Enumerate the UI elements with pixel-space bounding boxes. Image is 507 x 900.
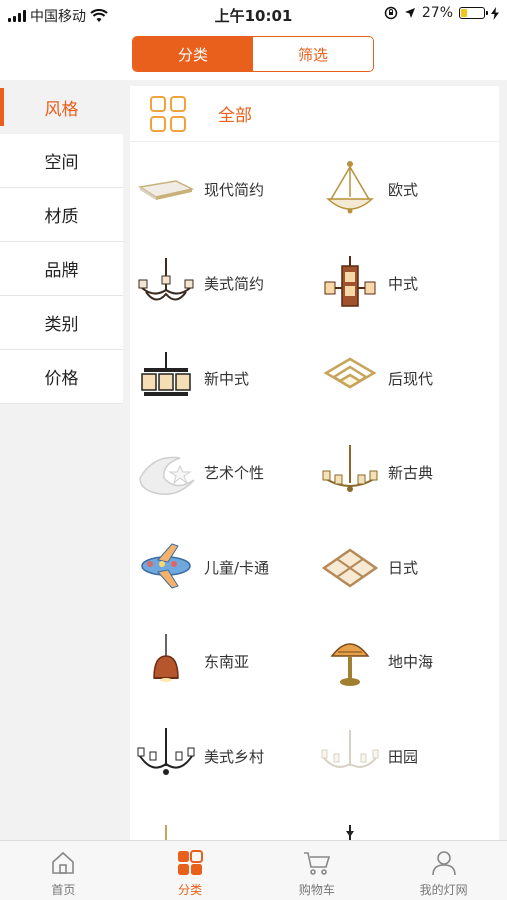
category-item[interactable]: 美式乡村	[130, 709, 314, 804]
rattan-pendant-icon	[136, 632, 196, 692]
category-content: 全部 现代简约 欧式 美式简约 中式 新中式 后现代 艺术个性 新古典 儿童/卡…	[130, 86, 499, 840]
cart-icon	[303, 849, 331, 877]
category-icon	[176, 849, 204, 877]
category-label: 中式	[388, 275, 419, 294]
tab-label: 首页	[51, 883, 76, 897]
tiffany-table-lamp-icon	[320, 632, 380, 692]
tab-label: 分类	[178, 883, 203, 897]
rotation-lock-icon	[384, 6, 398, 20]
country-chandelier-icon	[136, 726, 196, 786]
category-item[interactable]: 中式	[314, 237, 498, 332]
category-item[interactable]: 东南亚	[130, 615, 314, 710]
category-sidebar: 风格 空间 材质 品牌 类别 价格	[0, 80, 123, 840]
category-item[interactable]: 儿童/卡通	[130, 520, 314, 615]
sidebar-item-type[interactable]: 类别	[0, 296, 123, 350]
pendant-bowl-lamp-icon	[320, 159, 380, 219]
all-categories-row[interactable]: 全部	[130, 86, 499, 142]
new-chinese-chandelier-icon	[136, 348, 196, 408]
category-label: 现代简约	[204, 180, 265, 199]
location-icon	[404, 8, 415, 18]
category-label: 田园	[388, 747, 419, 766]
battery-fill	[461, 9, 467, 17]
airplane-lamp-icon	[136, 537, 196, 597]
category-item[interactable]: 新中式	[130, 331, 314, 426]
pendant-lamp-icon	[136, 821, 196, 840]
header: 分类 筛选	[0, 28, 507, 80]
sidebar-item-space[interactable]: 空间	[0, 134, 123, 188]
battery-icon	[459, 7, 488, 19]
category-label: 后现代	[388, 369, 434, 388]
user-icon	[430, 849, 458, 877]
pendant-lamp-icon	[320, 821, 380, 840]
tab-category[interactable]: 分类	[133, 37, 253, 71]
battery-percent: 27%	[421, 5, 453, 21]
bottom-tab-bar: 首页 分类 购物车 我的灯网	[0, 840, 507, 900]
category-item[interactable]	[130, 804, 314, 840]
tab-cart[interactable]: 购物车	[254, 841, 381, 900]
moon-star-lamp-icon	[136, 443, 196, 503]
grid-icon	[150, 95, 186, 132]
white-candle-chandelier-icon	[320, 726, 380, 786]
status-bar: 中国移动 上午10:01 27%	[0, 0, 507, 28]
status-right: 27%	[384, 5, 499, 21]
category-item[interactable]: 新古典	[314, 426, 498, 521]
category-label: 新古典	[388, 464, 434, 483]
category-label: 儿童/卡通	[204, 558, 270, 577]
neoclassical-chandelier-icon	[320, 443, 380, 503]
category-item[interactable]: 地中海	[314, 615, 498, 710]
charging-icon	[491, 6, 499, 20]
tab-filter[interactable]: 筛选	[253, 37, 373, 71]
category-grid: 现代简约 欧式 美式简约 中式 新中式 后现代 艺术个性 新古典 儿童/卡通 日…	[130, 142, 499, 840]
sidebar-item-style[interactable]: 风格	[0, 80, 123, 134]
all-label: 全部	[218, 106, 252, 126]
sidebar-item-material[interactable]: 材质	[0, 188, 123, 242]
chinese-lantern-chandelier-icon	[320, 254, 380, 314]
category-item[interactable]: 艺术个性	[130, 426, 314, 521]
category-label: 欧式	[388, 180, 419, 199]
iron-chandelier-icon	[136, 254, 196, 314]
category-label: 艺术个性	[204, 464, 265, 483]
tab-home[interactable]: 首页	[0, 841, 127, 900]
segmented-control: 分类 筛选	[132, 36, 374, 72]
category-label: 日式	[388, 558, 419, 577]
category-item[interactable]	[314, 804, 498, 840]
tab-category-nav[interactable]: 分类	[127, 841, 254, 900]
category-item[interactable]: 欧式	[314, 142, 498, 237]
home-icon	[49, 849, 77, 877]
tab-label: 我的灯网	[419, 883, 468, 897]
category-item[interactable]: 现代简约	[130, 142, 314, 237]
category-label: 地中海	[388, 653, 434, 672]
category-item[interactable]: 后现代	[314, 331, 498, 426]
category-item[interactable]: 田园	[314, 709, 498, 804]
square-ring-lamp-icon	[320, 348, 380, 408]
wooden-square-lamp-icon	[320, 537, 380, 597]
category-item[interactable]: 美式简约	[130, 237, 314, 332]
category-item[interactable]: 日式	[314, 520, 498, 615]
sidebar-item-price[interactable]: 价格	[0, 350, 123, 404]
category-label: 美式简约	[204, 275, 265, 294]
tab-label: 购物车	[298, 883, 335, 897]
ceiling-panel-lamp-icon	[136, 159, 196, 219]
category-label: 新中式	[204, 369, 250, 388]
category-label: 东南亚	[204, 653, 250, 672]
tab-profile[interactable]: 我的灯网	[380, 841, 507, 900]
category-label: 美式乡村	[204, 747, 265, 766]
sidebar-item-brand[interactable]: 品牌	[0, 242, 123, 296]
